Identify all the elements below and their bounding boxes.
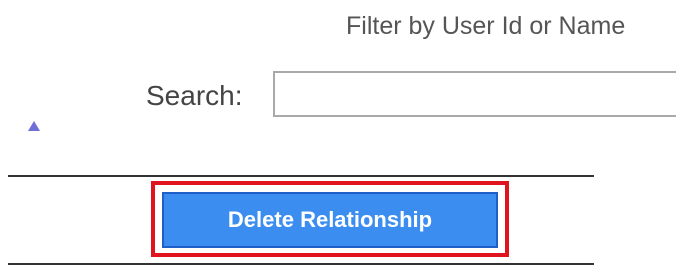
divider-bottom — [8, 263, 594, 265]
search-label: Search: — [146, 80, 243, 111]
search-input[interactable] — [273, 71, 676, 117]
sort-ascending-icon[interactable] — [28, 121, 40, 131]
delete-relationship-button[interactable]: Delete Relationship — [162, 192, 498, 248]
filter-caption: Filter by User Id or Name — [346, 12, 626, 40]
divider-top — [8, 175, 594, 177]
